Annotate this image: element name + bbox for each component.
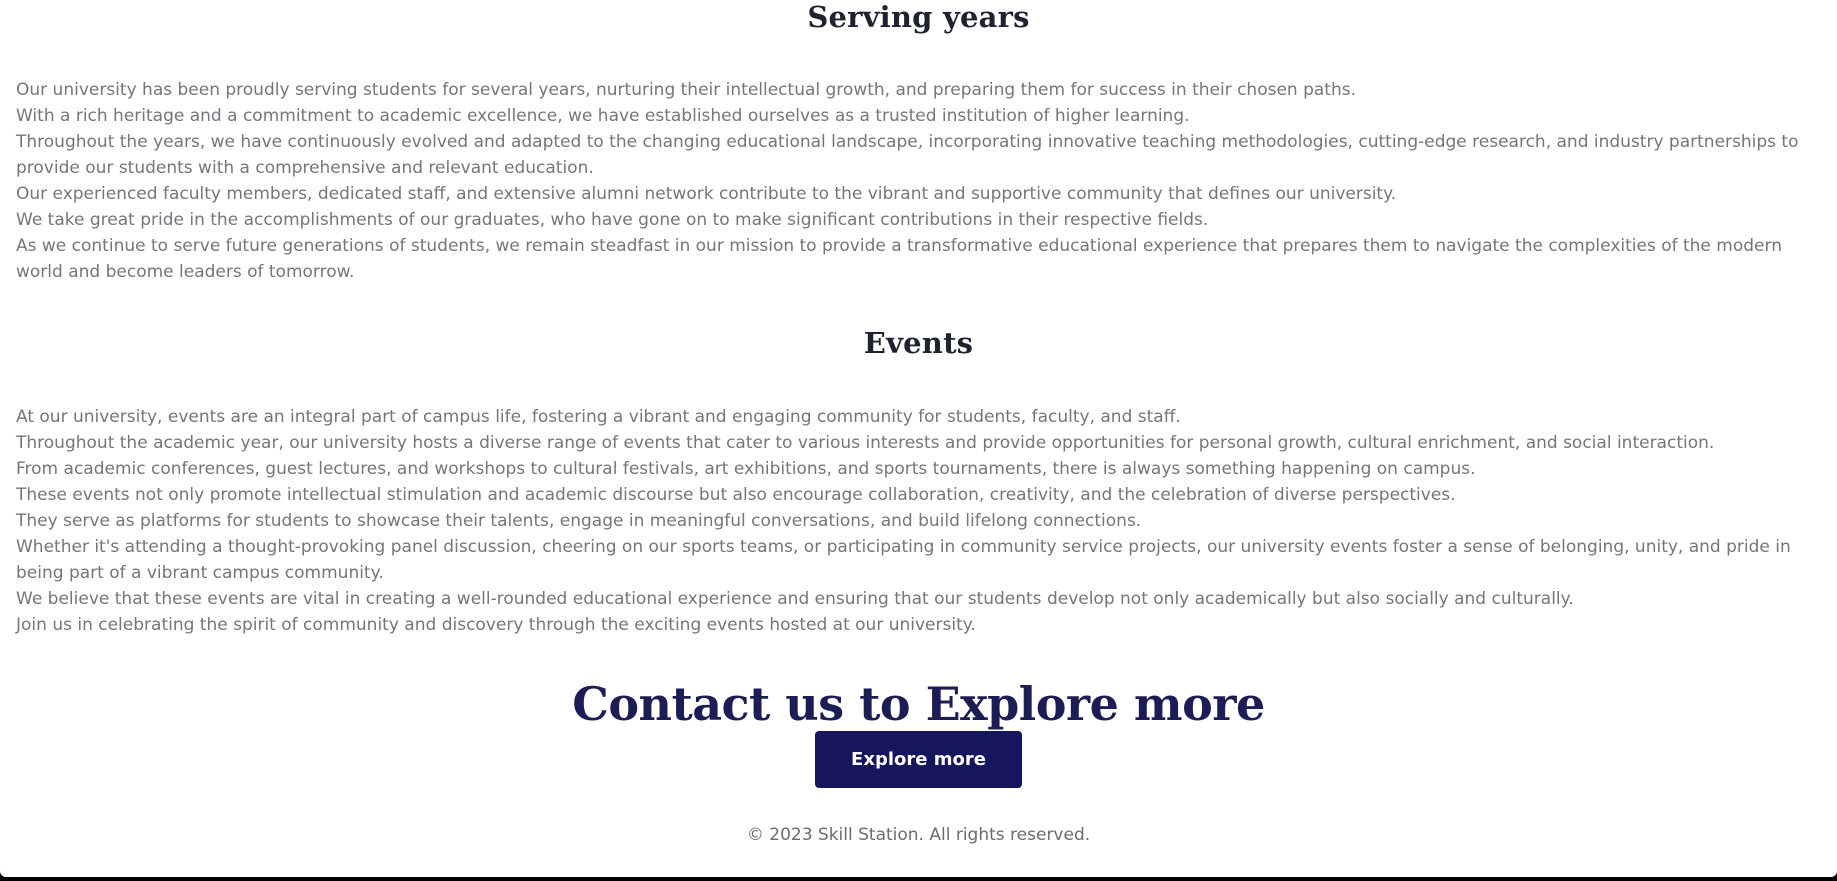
events-line: Join us in celebrating the spirit of com… bbox=[16, 615, 976, 635]
events-line: From academic conferences, guest lecture… bbox=[16, 459, 1476, 479]
page: Serving years Our university has been pr… bbox=[0, 0, 1837, 877]
events-line: These events not only promote intellectu… bbox=[16, 485, 1456, 505]
serving-line: With a rich heritage and a commitment to… bbox=[16, 106, 1190, 126]
serving-line: Our experienced faculty members, dedicat… bbox=[16, 184, 1397, 204]
events-line: Throughout the academic year, our univer… bbox=[16, 433, 1715, 453]
serving-years-heading: Serving years bbox=[807, 0, 1030, 34]
serving-line: Throughout the years, we have continuous… bbox=[16, 132, 1799, 178]
explore-more-button[interactable]: Explore more bbox=[815, 731, 1022, 788]
events-line: Whether it's attending a thought-provoki… bbox=[16, 537, 1791, 583]
contact-heading: Contact us to Explore more bbox=[572, 677, 1265, 731]
events-line: At our university, events are an integra… bbox=[16, 407, 1181, 427]
events-line: We believe that these events are vital i… bbox=[16, 589, 1574, 609]
serving-line: Our university has been proudly serving … bbox=[16, 80, 1357, 100]
serving-line: As we continue to serve future generatio… bbox=[16, 236, 1782, 282]
events-line: They serve as platforms for students to … bbox=[16, 511, 1142, 531]
events-heading: Events bbox=[863, 326, 974, 360]
events-text: At our university, events are an integra… bbox=[16, 404, 1821, 638]
footer-copyright: © 2023 Skill Station. All rights reserve… bbox=[746, 825, 1091, 845]
serving-years-text: Our university has been proudly serving … bbox=[16, 77, 1821, 285]
serving-line: We take great pride in the accomplishmen… bbox=[16, 210, 1209, 230]
